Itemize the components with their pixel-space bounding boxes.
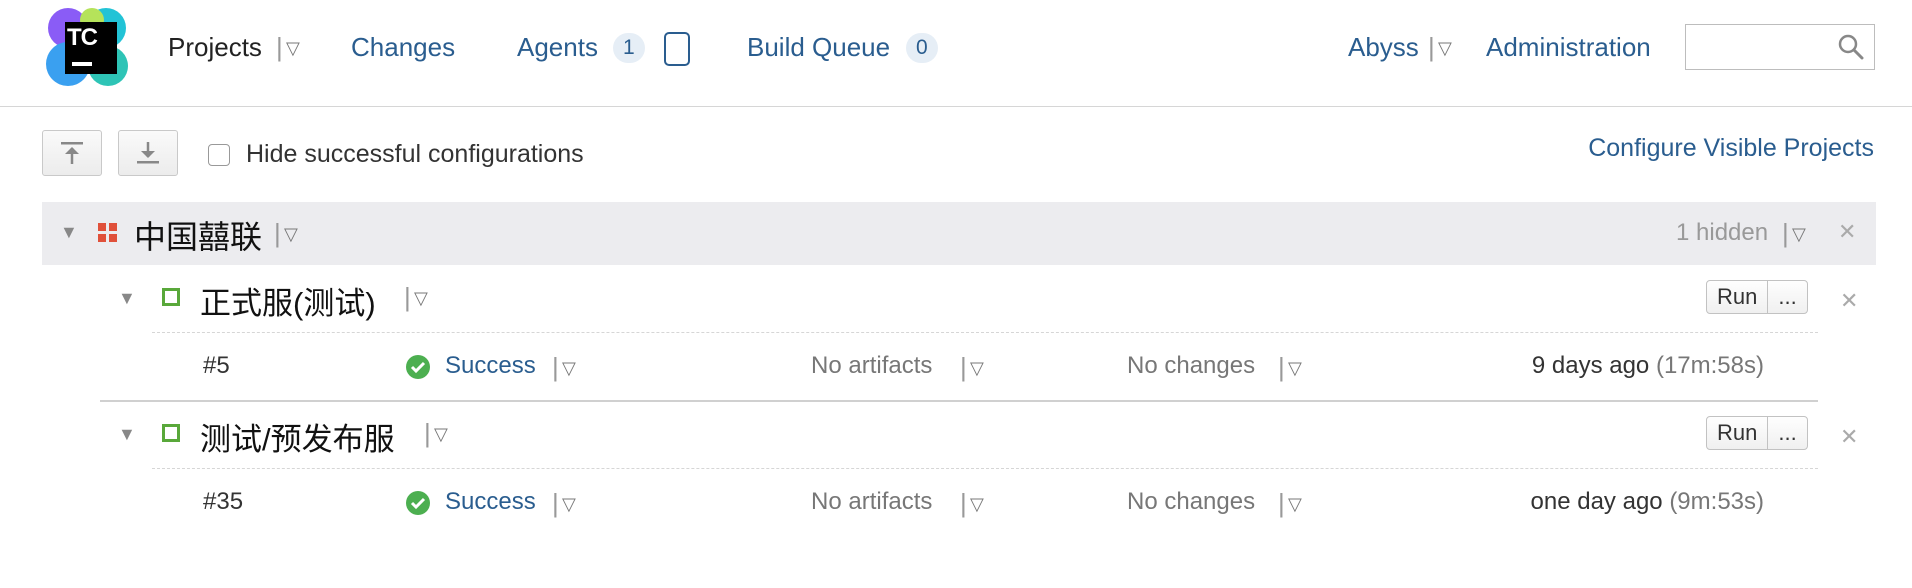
run-button[interactable]: Run (1707, 417, 1767, 449)
build-start-time[interactable]: one day ago (1531, 488, 1663, 515)
run-button-group: Run ... (1706, 416, 1808, 450)
agents-count-badge: 1 (613, 33, 645, 63)
run-button-group: Run ... (1706, 280, 1808, 314)
build-time: 9 days ago (17m:58s) (1364, 352, 1764, 380)
separator: | (552, 488, 559, 518)
collapse-all-button[interactable] (42, 130, 102, 176)
project-header (42, 202, 1876, 265)
chevron-down-icon[interactable]: ▽ (414, 288, 428, 309)
separator: | (274, 218, 281, 248)
chevron-down-icon[interactable]: ▽ (286, 38, 300, 59)
success-check-icon (406, 355, 430, 384)
build-config-name[interactable]: 测试/预发布服 (200, 414, 395, 459)
separator: | (1278, 488, 1285, 518)
search-input[interactable] (1685, 24, 1875, 70)
project-icon (98, 223, 118, 243)
chevron-down-icon[interactable]: ▽ (970, 358, 984, 379)
run-options-button[interactable]: ... (1768, 417, 1806, 449)
run-options-button[interactable]: ... (1768, 281, 1806, 313)
build-config-icon (162, 288, 180, 306)
project-name[interactable]: 中国囍联 (134, 212, 262, 258)
chevron-down-icon[interactable]: ▽ (970, 494, 984, 515)
chevron-down-icon[interactable]: ▽ (1792, 224, 1806, 245)
nav-projects[interactable]: Projects (168, 32, 262, 63)
hide-successful-label[interactable]: Hide successful configurations (246, 140, 584, 169)
logo-text: TC (67, 24, 98, 51)
search-icon[interactable] (1838, 34, 1864, 65)
divider (152, 468, 1818, 469)
build-config-row: ▼ 正式服(测试) | ▽ Run ... ✕ #5 Success | ▽ N… (0, 270, 1912, 402)
configure-visible-projects-link[interactable]: Configure Visible Projects (1588, 134, 1874, 163)
expand-all-icon (137, 142, 159, 164)
chevron-down-icon[interactable]: ▽ (562, 358, 576, 379)
nav-agents[interactable]: Agents (517, 32, 598, 63)
chevron-down-icon[interactable]: ▽ (1288, 494, 1302, 515)
build-config-row: ▼ 测试/预发布服 | ▽ Run ... ✕ #35 Success | ▽ … (0, 406, 1912, 538)
hide-successful-checkbox[interactable] (208, 144, 230, 166)
close-icon[interactable]: ✕ (1838, 219, 1856, 245)
run-button[interactable]: Run (1707, 281, 1767, 313)
separator: | (404, 282, 411, 312)
collapse-all-icon (61, 142, 83, 164)
nav-changes[interactable]: Changes (351, 32, 455, 63)
build-queue-count-badge: 0 (906, 33, 938, 63)
top-header: TC Projects | ▽ Changes Agents 1 Build Q… (0, 0, 1912, 107)
chevron-down-icon[interactable]: ▽ (1438, 38, 1452, 59)
build-changes[interactable]: No changes (1127, 352, 1255, 380)
expand-all-button[interactable] (118, 130, 178, 176)
close-icon[interactable]: ✕ (1840, 288, 1858, 314)
expand-project-toggle[interactable]: ▼ (60, 222, 78, 243)
chevron-down-icon[interactable]: ▽ (1288, 358, 1302, 379)
close-icon[interactable]: ✕ (1840, 424, 1858, 450)
separator: | (424, 418, 431, 448)
separator: | (960, 488, 967, 518)
chevron-down-icon[interactable]: ▽ (562, 494, 576, 515)
divider (152, 332, 1818, 333)
nav-user[interactable]: Abyss (1348, 32, 1419, 63)
separator: | (1782, 218, 1789, 248)
build-config-icon (162, 424, 180, 442)
divider (100, 400, 1818, 402)
separator: | (552, 352, 559, 382)
expand-config-toggle[interactable]: ▼ (118, 424, 136, 445)
success-check-icon (406, 491, 430, 520)
build-number[interactable]: #5 (203, 352, 230, 380)
build-status[interactable]: Success (445, 352, 536, 380)
build-artifacts[interactable]: No artifacts (811, 488, 932, 516)
build-config-name[interactable]: 正式服(测试) (200, 278, 376, 323)
expand-config-toggle[interactable]: ▼ (118, 288, 136, 309)
nav-administration[interactable]: Administration (1486, 32, 1651, 63)
build-status[interactable]: Success (445, 488, 536, 516)
separator: | (960, 352, 967, 382)
chevron-down-icon[interactable]: ▽ (434, 424, 448, 445)
build-duration: (9m:53s) (1669, 488, 1764, 515)
build-artifacts[interactable]: No artifacts (811, 352, 932, 380)
hidden-count[interactable]: 1 hidden (1676, 219, 1768, 247)
separator: | (276, 32, 283, 62)
nav-build-queue[interactable]: Build Queue (747, 32, 890, 63)
build-start-time[interactable]: 9 days ago (1532, 352, 1649, 379)
build-changes[interactable]: No changes (1127, 488, 1255, 516)
separator: | (1278, 352, 1285, 382)
chevron-down-icon[interactable]: ▽ (284, 224, 298, 245)
build-duration: (17m:58s) (1655, 352, 1764, 379)
build-time: one day ago (9m:53s) (1364, 488, 1764, 516)
agent-status-icon[interactable] (664, 32, 690, 66)
separator: | (1428, 32, 1435, 62)
teamcity-logo[interactable]: TC (46, 6, 132, 88)
build-number[interactable]: #35 (203, 488, 243, 516)
